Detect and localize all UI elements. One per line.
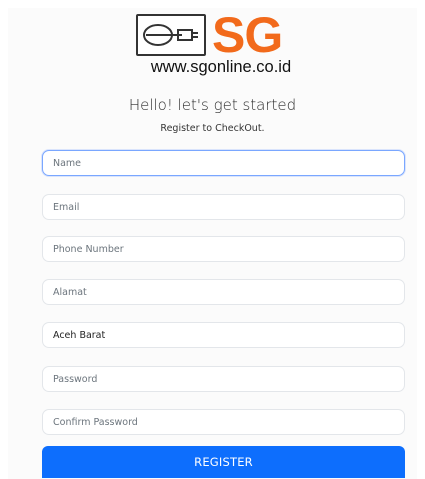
- address-input[interactable]: [42, 279, 405, 305]
- brand-logo: SG www.sgonline.co.id: [132, 8, 304, 78]
- register-button[interactable]: REGISTER: [42, 446, 405, 478]
- page-title: Hello! let's get started: [128, 96, 297, 114]
- page-subtitle: Register to CheckOut.: [160, 123, 265, 134]
- phone-number-input[interactable]: [42, 236, 405, 262]
- password-input[interactable]: [42, 366, 405, 392]
- confirm-password-input[interactable]: [42, 409, 405, 435]
- plug-icon: [136, 14, 206, 56]
- logo-url: www.sgonline.co.id: [150, 58, 292, 76]
- email-input[interactable]: [42, 194, 405, 220]
- regency-select[interactable]: [42, 322, 405, 348]
- name-input[interactable]: [42, 150, 405, 176]
- logo-sg-text: SG: [212, 7, 283, 63]
